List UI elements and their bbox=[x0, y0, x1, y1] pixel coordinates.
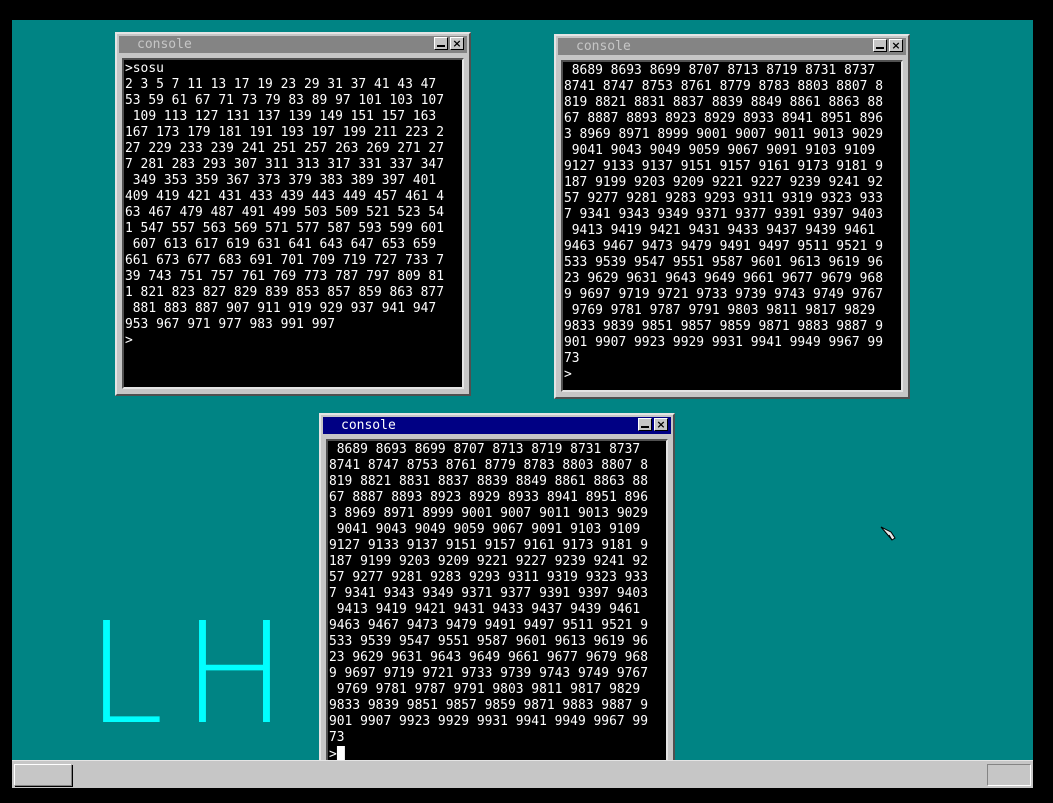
console-line: 57 9277 9281 9283 9293 9311 9319 9323 93… bbox=[563, 191, 884, 206]
window-title: console bbox=[576, 39, 631, 54]
console-line: 9769 9781 9787 9791 9803 9811 9817 9829 bbox=[563, 303, 876, 318]
console-line: 187 9199 9203 9209 9221 9227 9239 9241 9… bbox=[563, 175, 884, 190]
window-title: console bbox=[341, 418, 396, 433]
close-button[interactable]: × bbox=[889, 39, 903, 52]
console-line: 9413 9419 9421 9431 9433 9437 9439 9461 bbox=[328, 602, 641, 617]
minimize-icon bbox=[641, 426, 649, 428]
close-icon: × bbox=[656, 418, 666, 431]
console-line: 27 229 233 239 241 251 257 263 269 271 2… bbox=[124, 141, 445, 156]
minimize-button[interactable] bbox=[434, 37, 448, 50]
console-text: >sosu 2 3 5 7 11 13 17 19 23 29 31 37 41… bbox=[124, 60, 460, 349]
start-button[interactable] bbox=[14, 764, 72, 786]
console-line: 7 9341 9343 9349 9371 9377 9391 9397 940… bbox=[563, 207, 884, 222]
close-icon: × bbox=[891, 39, 901, 52]
console-line: 901 9907 9923 9929 9931 9941 9949 9967 9… bbox=[328, 714, 649, 729]
console-line: >sosu bbox=[124, 61, 164, 76]
console-text: 8689 8693 8699 8707 8713 8719 8731 8737 … bbox=[563, 62, 899, 383]
console-line: 9041 9043 9049 9059 9067 9091 9103 9109 bbox=[563, 143, 876, 158]
close-icon: × bbox=[452, 37, 462, 50]
minimize-icon bbox=[437, 45, 445, 47]
console-line: 533 9539 9547 9551 9587 9601 9613 9619 9… bbox=[328, 634, 649, 649]
minimize-button[interactable] bbox=[638, 418, 652, 431]
console-line: 533 9539 9547 9551 9587 9601 9613 9619 9… bbox=[563, 255, 884, 270]
console-line: 3 8969 8971 8999 9001 9007 9011 9013 902… bbox=[328, 506, 649, 521]
console-line: 8741 8747 8753 8761 8779 8783 8803 8807 … bbox=[328, 458, 649, 473]
text-cursor bbox=[336, 746, 345, 760]
console-line: 39 743 751 757 761 769 773 787 797 809 8… bbox=[124, 269, 445, 284]
minimize-icon bbox=[876, 47, 884, 49]
console-line: 607 613 617 619 631 641 643 647 653 659 bbox=[124, 237, 437, 252]
console-line: 901 9907 9923 9929 9931 9941 9949 9967 9… bbox=[563, 335, 884, 350]
console-output[interactable]: >sosu 2 3 5 7 11 13 17 19 23 29 31 37 41… bbox=[122, 58, 464, 389]
logo-letter-h: H bbox=[182, 593, 288, 756]
console-line: 9 9697 9719 9721 9733 9739 9743 9749 976… bbox=[563, 287, 884, 302]
console-line: 9769 9781 9787 9791 9803 9811 9817 9829 bbox=[328, 682, 641, 697]
console-line: 23 9629 9631 9643 9649 9661 9677 9679 96… bbox=[328, 650, 649, 665]
close-button[interactable]: × bbox=[450, 37, 464, 50]
console-line: 8689 8693 8699 8707 8713 8719 8731 8737 bbox=[563, 63, 876, 78]
console-line: 8741 8747 8753 8761 8779 8783 8803 8807 … bbox=[563, 79, 884, 94]
minimize-button[interactable] bbox=[873, 39, 887, 52]
console-line: 1 547 557 563 569 571 577 587 593 599 60… bbox=[124, 221, 445, 236]
console-line: 349 353 359 367 373 379 383 389 397 401 bbox=[124, 173, 437, 188]
console-line: 67 8887 8893 8923 8929 8933 8941 8951 89… bbox=[328, 490, 649, 505]
console-output[interactable]: 8689 8693 8699 8707 8713 8719 8731 8737 … bbox=[561, 60, 903, 392]
window-titlebar[interactable]: console × bbox=[558, 38, 906, 55]
console-window-2[interactable]: console × 8689 8693 8699 8707 8713 8719 … bbox=[554, 34, 910, 399]
console-line: 9041 9043 9049 9059 9067 9091 9103 9109 bbox=[328, 522, 641, 537]
console-line: 9833 9839 9851 9857 9859 9871 9883 9887 … bbox=[328, 698, 649, 713]
console-line: 7 9341 9343 9349 9371 9377 9391 9397 940… bbox=[328, 586, 649, 601]
console-line: 8689 8693 8699 8707 8713 8719 8731 8737 bbox=[328, 442, 641, 457]
window-title: console bbox=[137, 37, 192, 52]
console-line: > bbox=[124, 333, 133, 348]
window-titlebar[interactable]: console × bbox=[119, 36, 467, 53]
mouse-pointer-icon bbox=[880, 526, 896, 541]
window-titlebar[interactable]: console × bbox=[323, 417, 671, 434]
console-line: 3 8969 8971 8999 9001 9007 9011 9013 902… bbox=[563, 127, 884, 142]
console-line: 167 173 179 181 191 193 197 199 211 223 … bbox=[124, 125, 445, 140]
console-line: 9463 9467 9473 9479 9491 9497 9511 9521 … bbox=[328, 618, 649, 633]
console-line: 57 9277 9281 9283 9293 9311 9319 9323 93… bbox=[328, 570, 649, 585]
console-line: 881 883 887 907 911 919 929 937 941 947 bbox=[124, 301, 437, 316]
console-output[interactable]: 8689 8693 8699 8707 8713 8719 8731 8737 … bbox=[326, 439, 668, 770]
logo-letter-l: L bbox=[86, 593, 164, 756]
console-line: 63 467 479 487 491 499 503 509 521 523 5… bbox=[124, 205, 445, 220]
console-line: 53 59 61 67 71 73 79 83 89 97 101 103 10… bbox=[124, 93, 445, 108]
console-line: 23 9629 9631 9643 9649 9661 9677 9679 96… bbox=[563, 271, 884, 286]
console-line: 661 673 677 683 691 701 709 719 727 733 … bbox=[124, 253, 445, 268]
console-line: 9127 9133 9137 9151 9157 9161 9173 9181 … bbox=[563, 159, 884, 174]
console-line: 409 419 421 431 433 439 443 449 457 461 … bbox=[124, 189, 445, 204]
system-tray bbox=[987, 764, 1031, 786]
close-button[interactable]: × bbox=[654, 418, 668, 431]
console-line: 9413 9419 9421 9431 9433 9437 9439 9461 bbox=[563, 223, 876, 238]
console-line: 67 8887 8893 8923 8929 8933 8941 8951 89… bbox=[563, 111, 884, 126]
console-line: 953 967 971 977 983 991 997 bbox=[124, 317, 336, 332]
console-line: 9463 9467 9473 9479 9491 9497 9511 9521 … bbox=[563, 239, 884, 254]
console-line: 2 3 5 7 11 13 17 19 23 29 31 37 41 43 47 bbox=[124, 77, 437, 92]
console-line: 819 8821 8831 8837 8839 8849 8861 8863 8… bbox=[328, 474, 649, 489]
console-line: 187 9199 9203 9209 9221 9227 9239 9241 9… bbox=[328, 554, 649, 569]
console-line: 819 8821 8831 8837 8839 8849 8861 8863 8… bbox=[563, 95, 884, 110]
taskbar bbox=[12, 760, 1033, 788]
console-line: > bbox=[563, 367, 572, 382]
console-line: 73 bbox=[328, 730, 345, 745]
console-window-3[interactable]: console × 8689 8693 8699 8707 8713 8719 … bbox=[319, 413, 675, 777]
console-window-1[interactable]: console × >sosu 2 3 5 7 11 13 17 19 23 2… bbox=[115, 32, 471, 396]
console-line: 73 bbox=[563, 351, 580, 366]
console-line: 7 281 283 293 307 311 313 317 331 337 34… bbox=[124, 157, 445, 172]
console-line: 9127 9133 9137 9151 9157 9161 9173 9181 … bbox=[328, 538, 649, 553]
console-line: 9 9697 9719 9721 9733 9739 9743 9749 976… bbox=[328, 666, 649, 681]
console-line: 1 821 823 827 829 839 853 857 859 863 87… bbox=[124, 285, 445, 300]
console-text: 8689 8693 8699 8707 8713 8719 8731 8737 … bbox=[328, 441, 664, 763]
console-line: 109 113 127 131 137 139 149 151 157 163 bbox=[124, 109, 437, 124]
console-line: 9833 9839 9851 9857 9859 9871 9883 9887 … bbox=[563, 319, 884, 334]
